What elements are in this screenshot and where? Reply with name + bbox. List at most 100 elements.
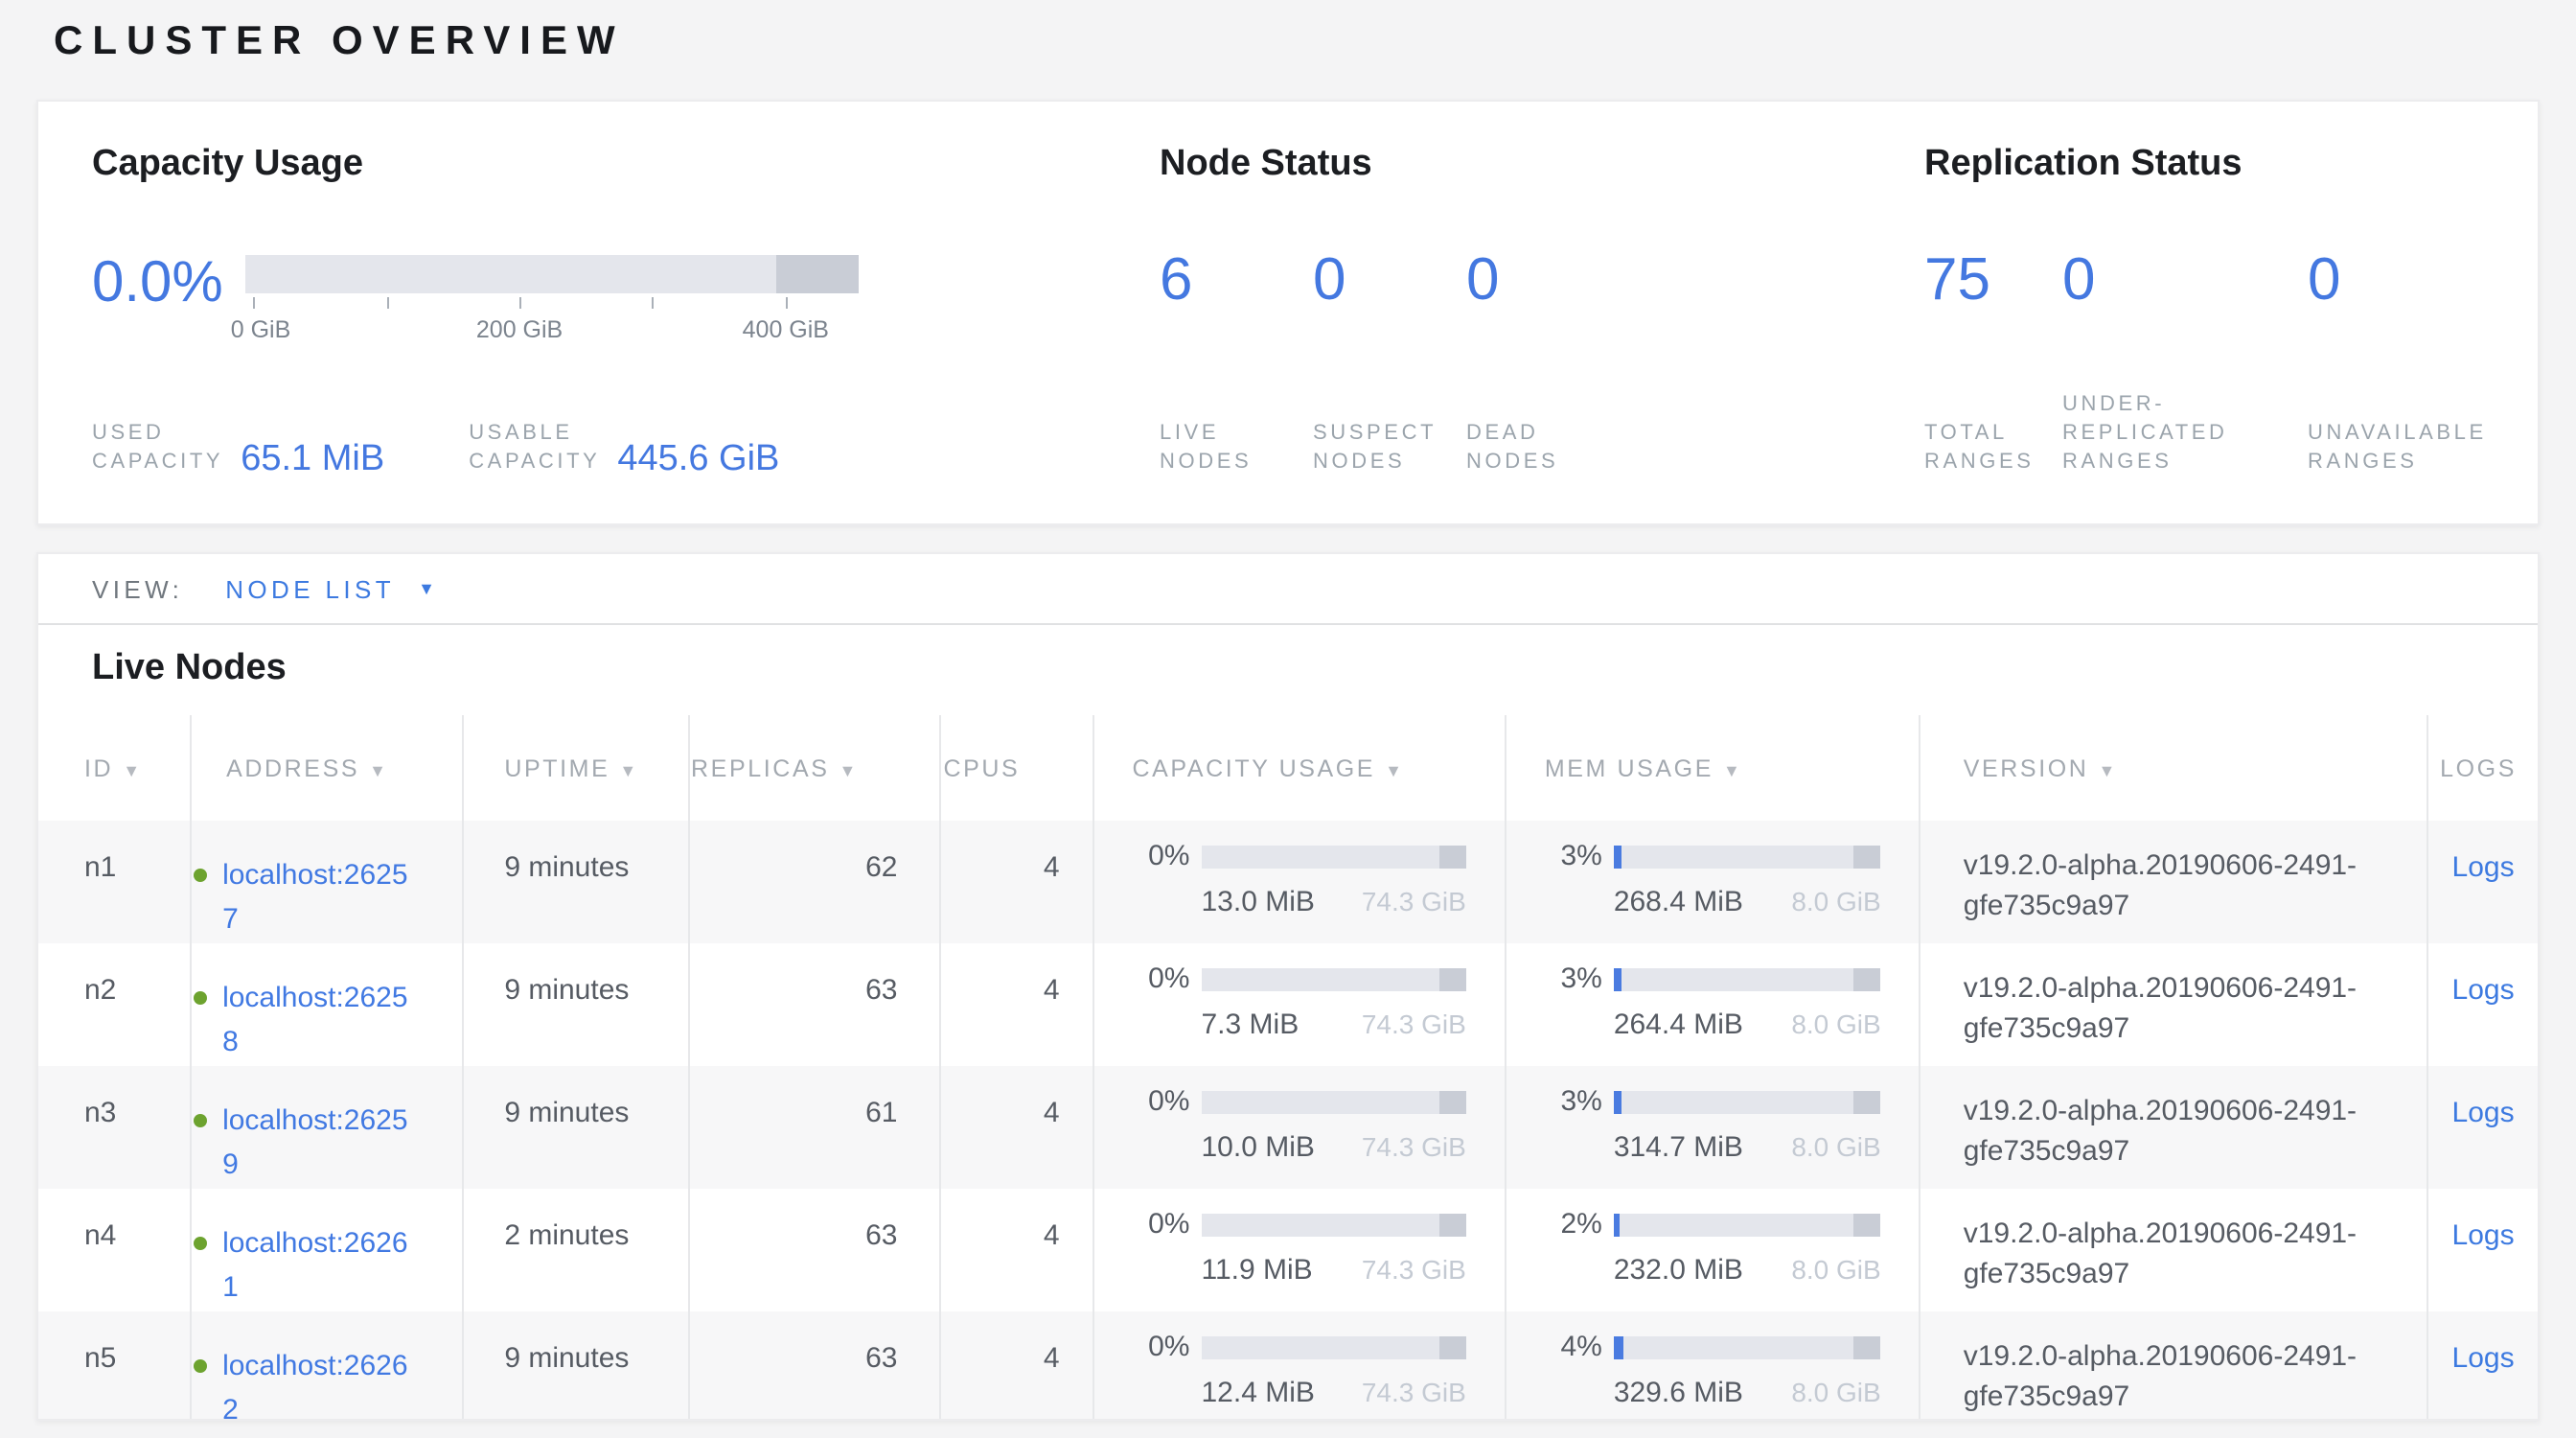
unavailable-ranges-count: 0 [2308,247,2538,313]
sort-arrow-icon: ▼ [1385,760,1404,779]
column-header-cpus: CPUS [940,715,1092,821]
sort-arrow-icon: ▼ [369,760,388,779]
column-header-uptime[interactable]: UPTIME▼ [463,715,688,821]
sort-arrow-icon: ▼ [619,760,638,779]
dead-nodes-label: DEAD NODES [1466,420,1620,477]
stat-label-line: CAPACITY [92,449,223,477]
mem-total-value: 8.0 GiB [1791,886,1880,918]
node-id-cell: n2 [38,943,191,1066]
logs-link[interactable]: Logs [2452,1342,2515,1375]
node-mem-usage-cell: 3% 264.4 MiB 8.0 GiB [1506,943,1920,1066]
unavailable-ranges-label: UNAVAILABLE RANGES [2308,420,2538,477]
capacity-gauge-ticks [245,297,859,313]
node-id-cell: n3 [38,1066,191,1189]
mem-bar-used-segment [1614,1090,1622,1113]
version-text: v19.2.0-alpha.20190606-2491-gfe735c9a97 [1964,846,2391,926]
table-row: n1 localhost:26257 9 minutes 62 4 0% 13.… [38,821,2538,943]
column-header-logs: LOGS [2427,715,2538,821]
node-mem-usage-cell: 3% 268.4 MiB 8.0 GiB [1506,821,1920,943]
view-selected-value[interactable]: NODE LIST [225,574,395,603]
healthy-status-icon [194,869,207,882]
mem-usage-bar [1614,1335,1881,1358]
capacity-total-value: 74.3 GiB [1362,1131,1466,1164]
node-replicas-cell: 63 [688,943,940,1066]
live-nodes-count: 6 [1160,247,1313,313]
mem-bar-reserved-segment [1854,1090,1881,1113]
node-version-cell: v19.2.0-alpha.20190606-2491-gfe735c9a97 [1920,1066,2427,1189]
replication-status-heading: Replication Status [1924,144,2538,186]
table-row: n2 localhost:26258 9 minutes 63 4 0% 7.3… [38,943,2538,1066]
column-header-mem-usage[interactable]: MEM USAGE▼ [1506,715,1920,821]
node-capacity-usage-cell: 0% 7.3 MiB 74.3 GiB [1093,943,1506,1066]
node-id-cell: n1 [38,821,191,943]
axis-tick-label: 0 GiB [231,316,291,343]
capacity-usage-section: Capacity Usage 0.0% [92,144,1160,477]
live-nodes-label: LIVE NODES [1160,420,1313,477]
node-id-cell: n4 [38,1189,191,1311]
capacity-bar-reserved-segment [1439,967,1466,990]
node-address-link[interactable]: localhost:26261 [222,1221,414,1310]
capacity-bar-reserved-segment [1439,1335,1466,1358]
view-label: VIEW: [92,574,183,603]
logs-link[interactable]: Logs [2452,851,2515,884]
version-text: v19.2.0-alpha.20190606-2491-gfe735c9a97 [1964,1091,2391,1171]
logs-link[interactable]: Logs [2452,1219,2515,1252]
capacity-gauge: 0 GiB 200 GiB 400 GiB [245,251,859,347]
sort-arrow-icon: ▼ [2098,760,2117,779]
stat-label-line: USABLE [469,420,600,449]
replication-status-section: Replication Status 75 0 0 TOTAL RANGES U… [1924,144,2538,477]
suspect-nodes-count: 0 [1313,247,1466,313]
node-replicas-cell: 63 [688,1189,940,1311]
node-uptime-cell: 9 minutes [463,1066,688,1189]
node-logs-cell: Logs [2427,821,2538,943]
node-logs-cell: Logs [2427,943,2538,1066]
mem-usage-bar [1614,1090,1881,1113]
sort-arrow-icon: ▼ [1723,760,1742,779]
mem-usage-bar [1614,1213,1881,1236]
node-uptime-cell: 9 minutes [463,943,688,1066]
capacity-used-value: 13.0 MiB [1202,886,1315,918]
node-version-cell: v19.2.0-alpha.20190606-2491-gfe735c9a97 [1920,943,2427,1066]
node-address-cell: localhost:26261 [191,1189,463,1311]
healthy-status-icon [194,1237,207,1250]
node-version-cell: v19.2.0-alpha.20190606-2491-gfe735c9a97 [1920,1311,2427,1421]
capacity-usage-bar [1202,845,1466,868]
column-header-id[interactable]: ID▼ [38,715,191,821]
column-header-replicas[interactable]: REPLICAS▼ [688,715,940,821]
table-row: n3 localhost:26259 9 minutes 61 4 0% 10.… [38,1066,2538,1189]
logs-link[interactable]: Logs [2452,974,2515,1007]
node-address-cell: localhost:26257 [191,821,463,943]
usable-capacity-stat: USABLE CAPACITY 445.6 GiB [469,420,779,477]
column-header-capacity-usage[interactable]: CAPACITY USAGE▼ [1093,715,1506,821]
cluster-overview-page: CLUSTER OVERVIEW Capacity Usage 0.0% [0,0,2576,1438]
node-address-cell: localhost:26258 [191,943,463,1066]
node-address-link[interactable]: localhost:26259 [222,1099,414,1187]
live-nodes-card: VIEW: NODE LIST ▼ Live Nodes ID▼ ADDRESS… [36,552,2540,1421]
node-mem-usage-cell: 2% 232.0 MiB 8.0 GiB [1506,1189,1920,1311]
suspect-nodes-label: SUSPECT NODES [1313,420,1466,477]
node-address-link[interactable]: localhost:26262 [222,1344,414,1421]
logs-link[interactable]: Logs [2452,1097,2515,1129]
total-ranges-label: TOTAL RANGES [1924,420,2062,477]
dead-nodes-count: 0 [1466,247,1620,313]
capacity-used-value: 10.0 MiB [1202,1131,1315,1164]
mem-bar-reserved-segment [1854,1213,1881,1236]
view-selector-dropdown[interactable]: NODE LIST ▼ [225,574,439,603]
healthy-status-icon [194,1359,207,1373]
total-ranges-count: 75 [1924,247,2062,313]
capacity-total-value: 74.3 GiB [1362,1254,1466,1287]
column-header-address[interactable]: ADDRESS▼ [191,715,463,821]
capacity-percent-label: 0% [1133,1331,1190,1363]
column-header-version[interactable]: VERSION▼ [1920,715,2427,821]
live-nodes-heading: Live Nodes [92,648,2538,690]
mem-bar-used-segment [1614,1335,1624,1358]
table-row: n4 localhost:26261 2 minutes 63 4 0% 11.… [38,1189,2538,1311]
node-address-link[interactable]: localhost:26258 [222,976,414,1064]
capacity-used-value: 11.9 MiB [1202,1254,1313,1287]
axis-tick-label: 200 GiB [476,316,563,343]
capacity-used-value: 7.3 MiB [1202,1009,1300,1041]
node-address-link[interactable]: localhost:26257 [222,853,414,941]
capacity-usage-heading: Capacity Usage [92,144,1160,186]
node-capacity-usage-cell: 0% 13.0 MiB 74.3 GiB [1093,821,1506,943]
chevron-down-icon: ▼ [418,579,439,598]
